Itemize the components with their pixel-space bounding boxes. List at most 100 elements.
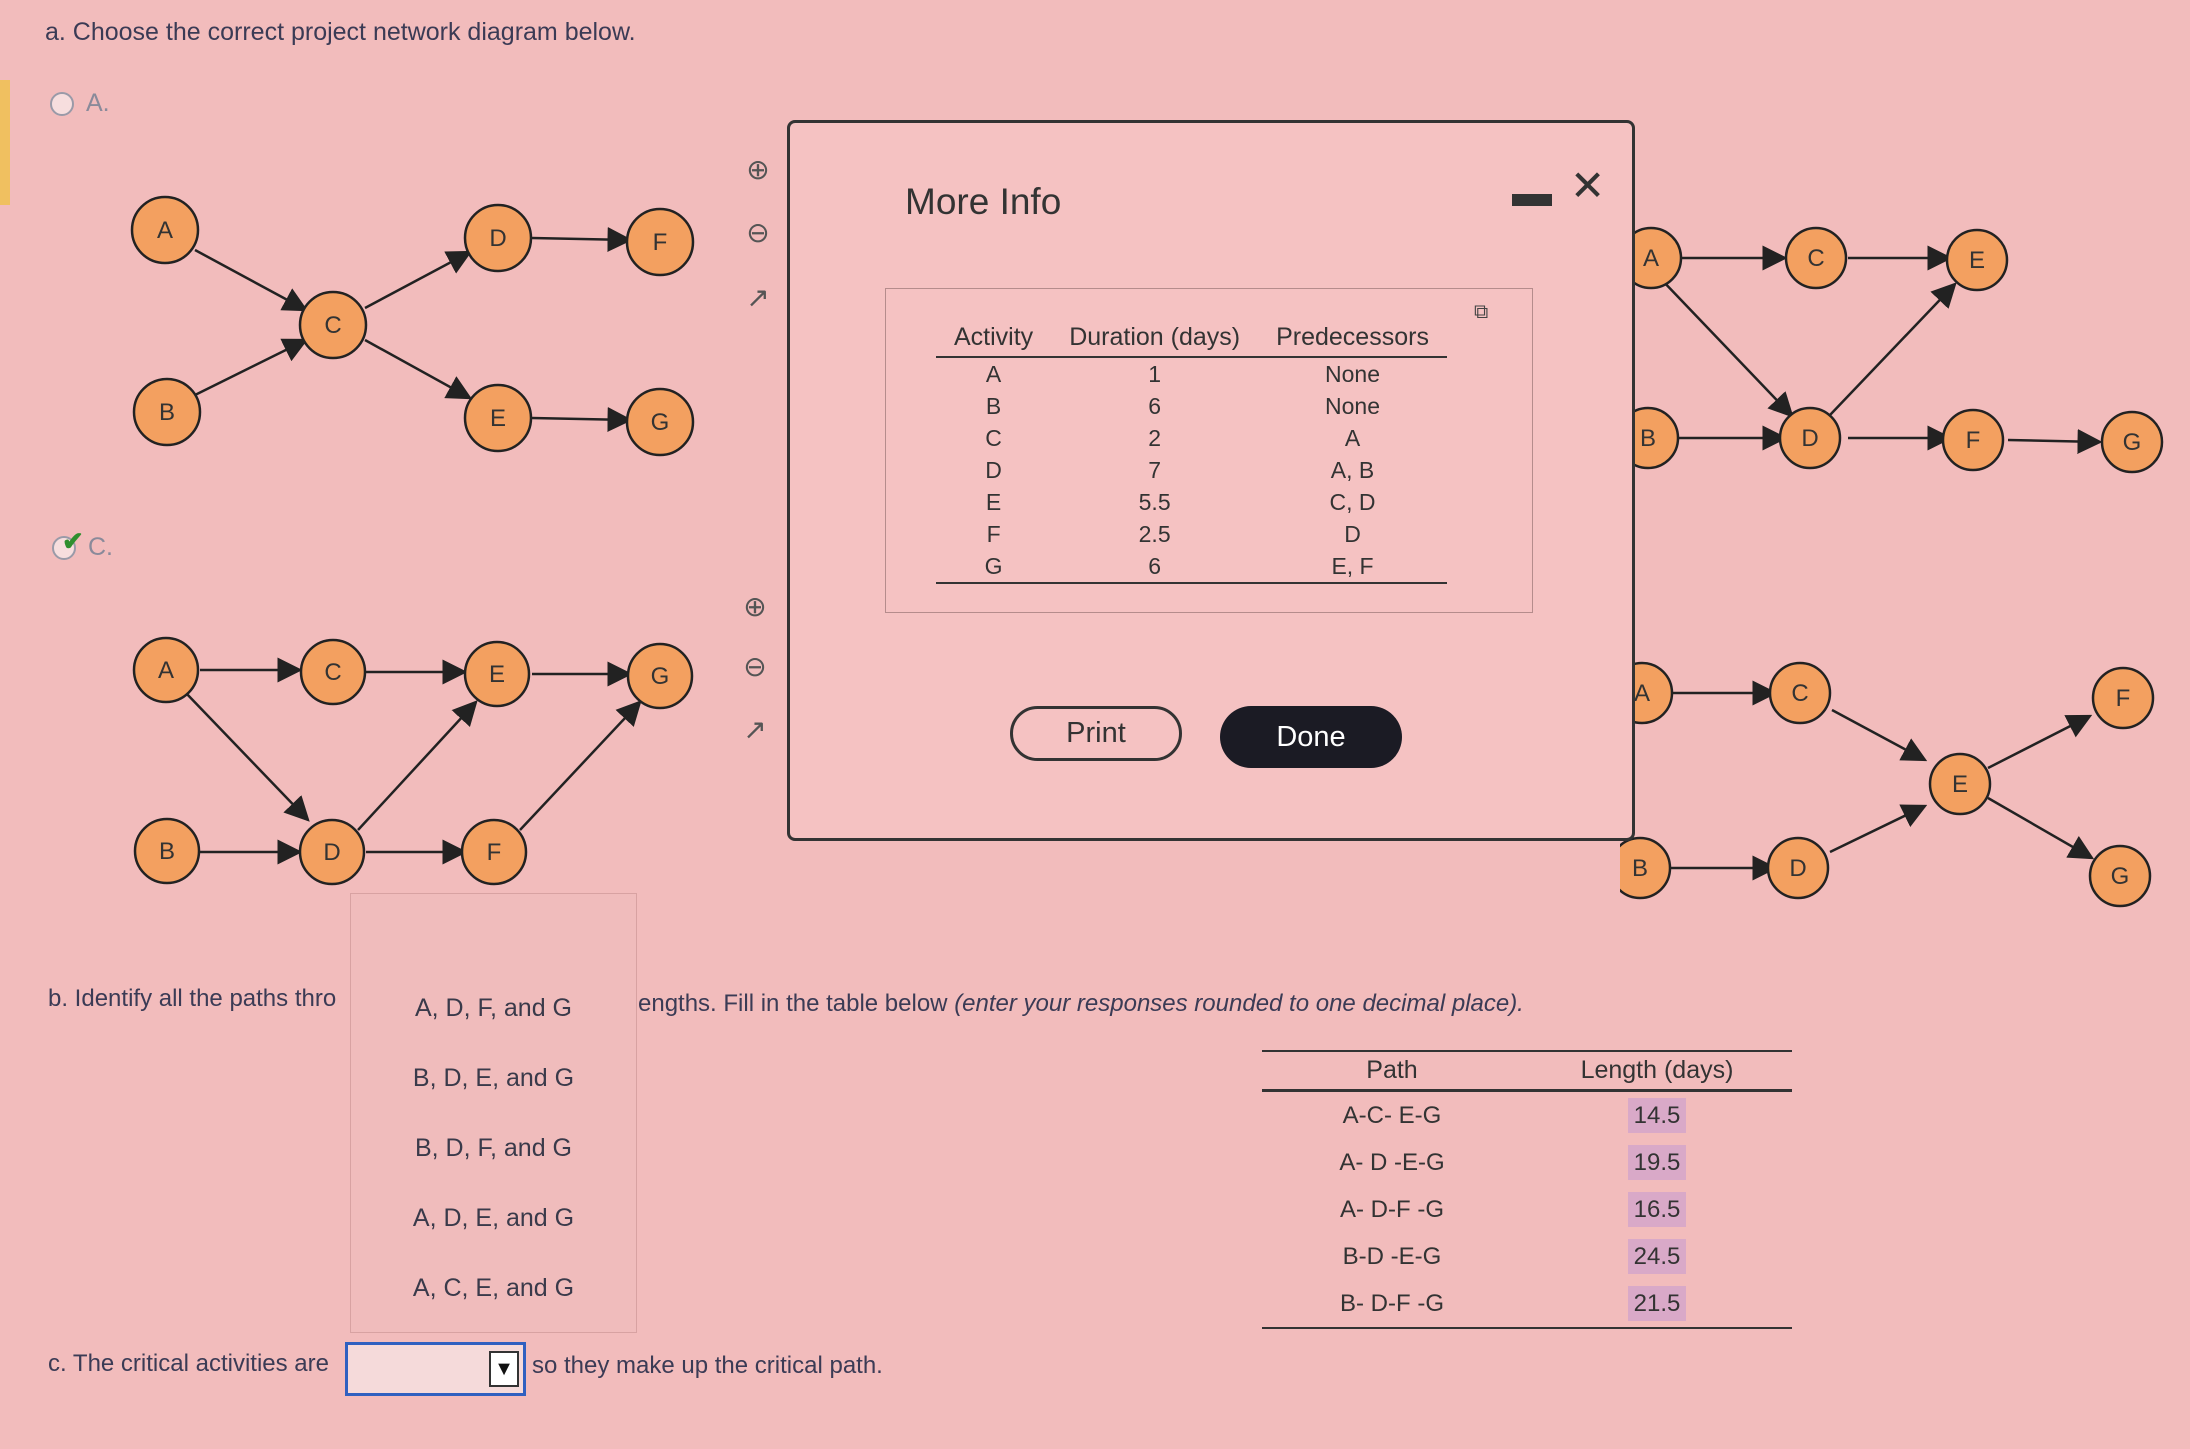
edge-c-d bbox=[364, 250, 473, 310]
node-a: A bbox=[157, 217, 173, 244]
node-d: D bbox=[489, 225, 506, 252]
dropdown-option[interactable]: B, D, E, and G bbox=[351, 1064, 636, 1093]
dropdown-option[interactable]: B, D, F, and G bbox=[351, 1134, 636, 1163]
done-button[interactable]: Done bbox=[1220, 706, 1402, 768]
cell-predecessors: D bbox=[1344, 521, 1361, 547]
table-row: A 1 None bbox=[936, 357, 1447, 390]
dropdown-option[interactable]: A, C, E, and G bbox=[351, 1274, 636, 1303]
header-path: Path bbox=[1262, 1050, 1522, 1092]
svg-text:F: F bbox=[2116, 685, 2131, 712]
edge-d-e bbox=[357, 700, 478, 831]
path-cell: B-D -E-G bbox=[1342, 1243, 1442, 1270]
question-b-text-right: engths. Fill in the table below (enter y… bbox=[638, 990, 1524, 1018]
svg-text:B: B bbox=[159, 838, 175, 865]
svg-text:C: C bbox=[1807, 245, 1824, 272]
option-a-radio[interactable] bbox=[50, 92, 74, 116]
cell-predecessors: A, B bbox=[1330, 457, 1375, 483]
more-info-modal: More Info ▬ ✕ ⧉ Activity Duration (days)… bbox=[787, 120, 1635, 841]
table-row: A-C- E-G 14.5 bbox=[1262, 1091, 1792, 1140]
zoom-in-icon[interactable]: ⊕ bbox=[738, 150, 778, 190]
cell-duration: 2.5 bbox=[1138, 521, 1171, 547]
cell-activity: E bbox=[985, 489, 1002, 515]
zoom-in-icon[interactable]: ⊕ bbox=[735, 587, 775, 627]
path-cell: A- D-F -G bbox=[1340, 1196, 1444, 1223]
svg-text:D: D bbox=[323, 839, 340, 866]
header-predecessors: Predecessors bbox=[1258, 319, 1447, 358]
edge-d-f bbox=[531, 227, 633, 253]
cell-predecessors: A bbox=[1344, 425, 1361, 451]
path-cell: A-C- E-G bbox=[1342, 1102, 1442, 1129]
cell-activity: A bbox=[985, 361, 1002, 387]
dropdown-option[interactable]: A, D, F, and G bbox=[351, 994, 636, 1023]
cell-duration: 6 bbox=[1148, 393, 1162, 419]
dropdown-option[interactable]: A, D, E, and G bbox=[351, 1204, 636, 1233]
node-g: G bbox=[651, 409, 670, 436]
path-cell: A- D -E-G bbox=[1339, 1149, 1445, 1176]
cell-activity: G bbox=[936, 550, 1052, 584]
svg-text:E: E bbox=[1952, 771, 1968, 798]
chevron-down-icon[interactable]: ▼ bbox=[489, 1351, 519, 1387]
minimize-icon[interactable]: ▬ bbox=[1512, 171, 1552, 216]
question-b-text-left: b. Identify all the paths thro bbox=[48, 985, 337, 1012]
node-c: C bbox=[324, 312, 341, 339]
node-b: B bbox=[159, 399, 175, 426]
diagram-a: A B C D E F G bbox=[130, 195, 695, 457]
svg-text:G: G bbox=[651, 663, 670, 690]
svg-text:E: E bbox=[489, 661, 505, 688]
svg-text:D: D bbox=[1789, 855, 1806, 882]
question-c-text-left: c. The critical activities are bbox=[48, 1350, 329, 1377]
activity-table-frame: ⧉ Activity Duration (days) Predecessors … bbox=[885, 288, 1533, 613]
header-length: Length (days) bbox=[1522, 1050, 1792, 1092]
table-row: B-D -E-G 24.5 bbox=[1262, 1233, 1792, 1280]
cell-duration: 5.5 bbox=[1138, 489, 1171, 515]
table-row: B 6 None bbox=[936, 390, 1447, 422]
length-input[interactable]: 24.5 bbox=[1627, 1239, 1687, 1274]
table-row: A- D-F -G 16.5 bbox=[1262, 1186, 1792, 1233]
modal-title: More Info bbox=[905, 181, 1062, 222]
header-activity: Activity bbox=[936, 319, 1052, 358]
paths-table: Path Length (days) A-C- E-G 14.5 A- D -E-… bbox=[1262, 1050, 1792, 1329]
zoom-out-icon[interactable]: ⊖ bbox=[735, 647, 775, 687]
length-input[interactable]: 19.5 bbox=[1627, 1145, 1687, 1180]
length-input[interactable]: 14.5 bbox=[1627, 1098, 1687, 1133]
svg-text:B: B bbox=[1640, 425, 1656, 452]
cell-activity: D bbox=[985, 457, 1002, 483]
edge-a-c bbox=[194, 248, 309, 312]
popout-icon[interactable]: ↗ bbox=[735, 710, 775, 750]
diagram-right: A C E B D F G A C B D E F G bbox=[1620, 226, 2164, 908]
edge-f-g bbox=[519, 700, 642, 831]
header-duration: Duration (days) bbox=[1051, 319, 1259, 358]
edge-c-e bbox=[364, 338, 473, 400]
cell-activity: C bbox=[985, 425, 1002, 451]
cell-predecessors: C, D bbox=[1329, 489, 1376, 515]
option-a-label[interactable]: A. bbox=[86, 89, 110, 118]
close-icon[interactable]: ✕ bbox=[1570, 161, 1605, 210]
question-c-text-right: so they make up the critical path. bbox=[532, 1352, 883, 1379]
question-b-text: engths. Fill in the table below bbox=[638, 990, 955, 1017]
question-a-text: a. Choose the correct project network di… bbox=[45, 18, 636, 46]
option-c-label[interactable]: C. bbox=[88, 533, 113, 562]
popout-icon[interactable]: ↗ bbox=[738, 278, 778, 318]
node-e: E bbox=[490, 405, 506, 432]
svg-text:E: E bbox=[1969, 247, 1985, 274]
cell-predecessors: None bbox=[1325, 393, 1381, 419]
svg-text:A: A bbox=[158, 657, 174, 684]
svg-text:G: G bbox=[2123, 429, 2142, 456]
table-row: D 7 A, B bbox=[936, 454, 1447, 486]
cell-activity: B bbox=[985, 393, 1002, 419]
question-b-hint: (enter your responses rounded to one dec… bbox=[954, 990, 1524, 1017]
left-accent-bar bbox=[0, 80, 10, 205]
length-input[interactable]: 16.5 bbox=[1627, 1192, 1687, 1227]
print-button[interactable]: Print bbox=[1010, 706, 1182, 761]
table-row: G 6 E, F bbox=[936, 550, 1447, 584]
critical-activities-select[interactable]: ▼ bbox=[345, 1342, 526, 1396]
cell-predecessors: None bbox=[1325, 361, 1381, 387]
svg-text:A: A bbox=[1634, 680, 1650, 707]
cell-duration: 1 bbox=[1148, 361, 1162, 387]
cell-duration: 7 bbox=[1148, 457, 1162, 483]
edge-b-c bbox=[194, 338, 309, 397]
length-input[interactable]: 21.5 bbox=[1627, 1286, 1687, 1321]
popout-table-icon[interactable]: ⧉ bbox=[1474, 301, 1496, 323]
node-f: F bbox=[653, 229, 668, 256]
zoom-out-icon[interactable]: ⊖ bbox=[738, 213, 778, 253]
